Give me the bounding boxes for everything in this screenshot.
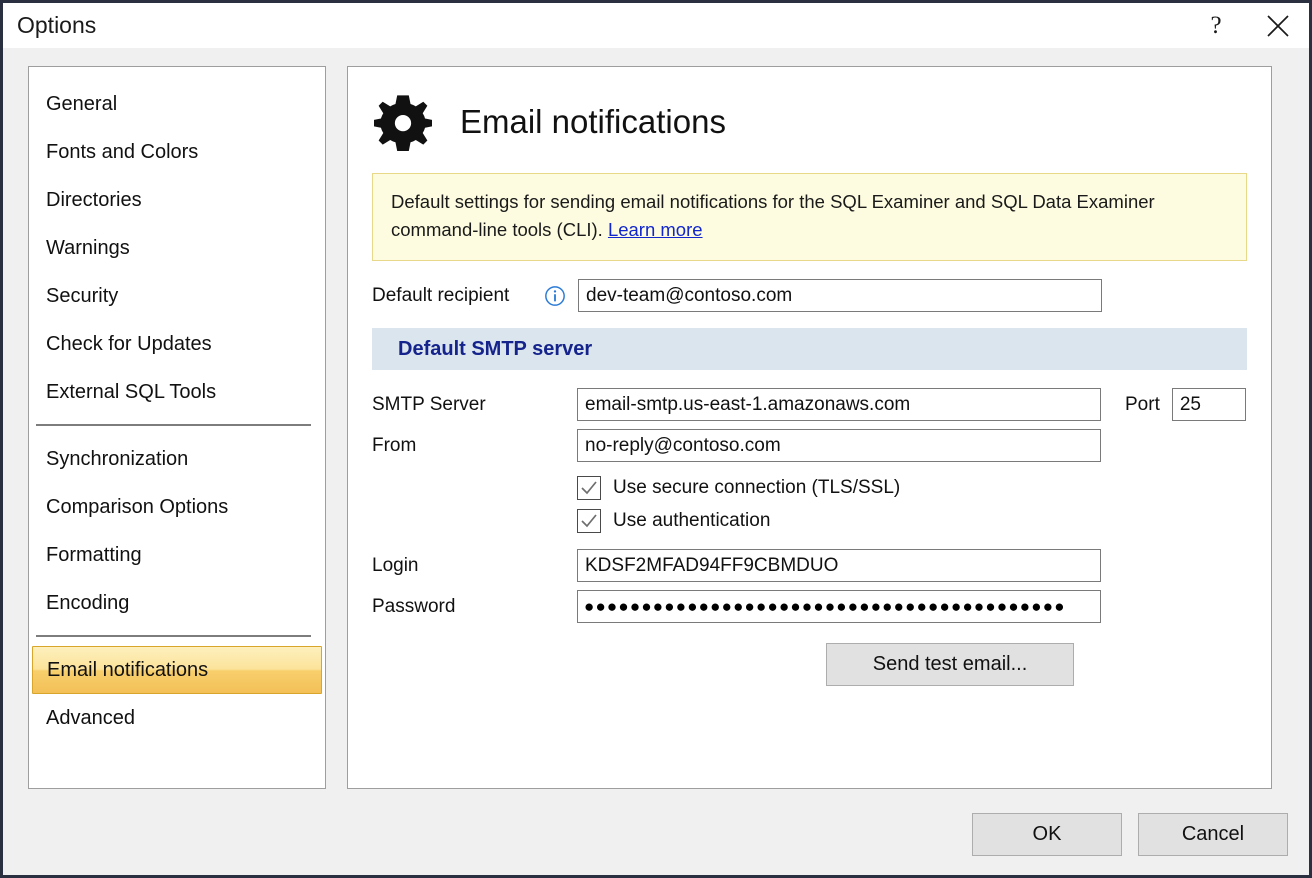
use-secure-connection-checkbox[interactable] bbox=[577, 476, 601, 501]
dialog-footer: OK Cancel bbox=[972, 813, 1288, 856]
smtp-server-row: SMTP Server Port bbox=[372, 388, 1247, 422]
send-test-email-row: Send test email... bbox=[372, 643, 1247, 687]
port-input[interactable] bbox=[1171, 388, 1246, 422]
window-title: Options bbox=[17, 12, 97, 38]
smtp-server-label: SMTP Server bbox=[372, 393, 486, 415]
sidebar-item-label: Warnings bbox=[46, 236, 130, 259]
title-bar: Options ? bbox=[3, 3, 1309, 48]
sidebar-item-label: Synchronization bbox=[46, 447, 189, 470]
password-input[interactable]: ●●●●●●●●●●●●●●●●●●●●●●●●●●●●●●●●●●●●●●●●… bbox=[577, 590, 1101, 624]
question-mark-icon: ? bbox=[1210, 12, 1222, 39]
sidebar-item-check-for-updates[interactable]: Check for Updates bbox=[32, 320, 322, 368]
port-label: Port bbox=[1125, 393, 1160, 415]
sidebar-item-formatting[interactable]: Formatting bbox=[32, 531, 322, 579]
ok-button[interactable]: OK bbox=[972, 813, 1122, 856]
email-settings-form: Default recipient bbox=[348, 279, 1271, 313]
sidebar-item-fonts-and-colors[interactable]: Fonts and Colors bbox=[32, 128, 322, 176]
options-dialog: Options ? General Fonts and Colors Direc… bbox=[0, 0, 1312, 878]
page-title: Email notifications bbox=[460, 103, 726, 140]
sidebar-item-advanced[interactable]: Advanced bbox=[32, 694, 322, 742]
learn-more-link[interactable]: Learn more bbox=[608, 219, 703, 240]
sidebar-item-label: General bbox=[46, 92, 118, 115]
checkmark-icon bbox=[581, 481, 597, 495]
sidebar-item-label: Security bbox=[46, 284, 119, 307]
use-secure-connection-row[interactable]: Use secure connection (TLS/SSL) bbox=[372, 476, 1247, 501]
panel-header: Email notifications bbox=[348, 67, 1271, 151]
checkmark-icon bbox=[581, 514, 597, 528]
sidebar-item-encoding[interactable]: Encoding bbox=[32, 579, 322, 627]
sidebar-item-label: Encoding bbox=[46, 591, 130, 614]
cancel-button[interactable]: Cancel bbox=[1138, 813, 1288, 856]
sidebar-item-label: Email notifications bbox=[47, 658, 209, 681]
sidebar-item-external-sql-tools[interactable]: External SQL Tools bbox=[32, 368, 322, 416]
sidebar-item-synchronization[interactable]: Synchronization bbox=[32, 435, 322, 483]
default-recipient-label: Default recipient bbox=[372, 284, 510, 306]
sidebar-item-label: Advanced bbox=[46, 706, 135, 729]
login-input[interactable] bbox=[577, 549, 1101, 583]
sidebar-item-email-notifications[interactable]: Email notifications bbox=[32, 646, 322, 694]
sidebar-item-label: Comparison Options bbox=[46, 495, 229, 518]
send-test-email-button[interactable]: Send test email... bbox=[826, 643, 1074, 687]
sidebar-item-label: Fonts and Colors bbox=[46, 140, 199, 163]
help-button[interactable]: ? bbox=[1185, 3, 1247, 48]
sidebar-item-general[interactable]: General bbox=[32, 80, 322, 128]
sidebar-divider bbox=[36, 424, 311, 426]
smtp-section-header: Default SMTP server bbox=[372, 328, 1247, 371]
from-row: From bbox=[372, 429, 1247, 463]
use-authentication-checkbox[interactable] bbox=[577, 509, 601, 534]
login-label: Login bbox=[372, 554, 419, 576]
sidebar-item-directories[interactable]: Directories bbox=[32, 176, 322, 224]
sidebar-item-comparison-options[interactable]: Comparison Options bbox=[32, 483, 322, 531]
dialog-body: General Fonts and Colors Directories War… bbox=[3, 48, 1309, 875]
sidebar-item-label: Formatting bbox=[46, 543, 142, 566]
default-recipient-row: Default recipient bbox=[372, 279, 1247, 313]
smtp-settings-form: SMTP Server Port From bbox=[348, 388, 1271, 687]
sidebar-item-label: External SQL Tools bbox=[46, 380, 217, 403]
settings-detail-panel: Email notifications Default settings for… bbox=[347, 66, 1272, 789]
password-row: Password ●●●●●●●●●●●●●●●●●●●●●●●●●●●●●●●… bbox=[372, 590, 1247, 624]
info-circle-icon[interactable] bbox=[544, 285, 566, 307]
close-button[interactable] bbox=[1247, 3, 1309, 48]
password-label: Password bbox=[372, 595, 456, 617]
use-authentication-row[interactable]: Use authentication bbox=[372, 509, 1247, 534]
sidebar-item-warnings[interactable]: Warnings bbox=[32, 224, 322, 272]
sidebar-item-label: Directories bbox=[46, 188, 142, 211]
login-row: Login bbox=[372, 549, 1247, 583]
info-banner: Default settings for sending email notif… bbox=[372, 173, 1247, 262]
smtp-server-input[interactable] bbox=[577, 388, 1101, 422]
info-banner-text: Default settings for sending email notif… bbox=[391, 191, 1155, 241]
sidebar-divider bbox=[36, 635, 311, 637]
default-recipient-input[interactable] bbox=[578, 279, 1102, 313]
sidebar-item-security[interactable]: Security bbox=[32, 272, 322, 320]
sidebar-item-label: Check for Updates bbox=[46, 332, 212, 355]
from-input[interactable] bbox=[577, 429, 1101, 463]
settings-category-list[interactable]: General Fonts and Colors Directories War… bbox=[28, 66, 326, 789]
use-authentication-label: Use authentication bbox=[613, 510, 771, 532]
use-secure-connection-label: Use secure connection (TLS/SSL) bbox=[613, 477, 901, 499]
gear-icon bbox=[374, 95, 432, 151]
from-label: From bbox=[372, 434, 417, 456]
close-icon bbox=[1267, 14, 1289, 37]
